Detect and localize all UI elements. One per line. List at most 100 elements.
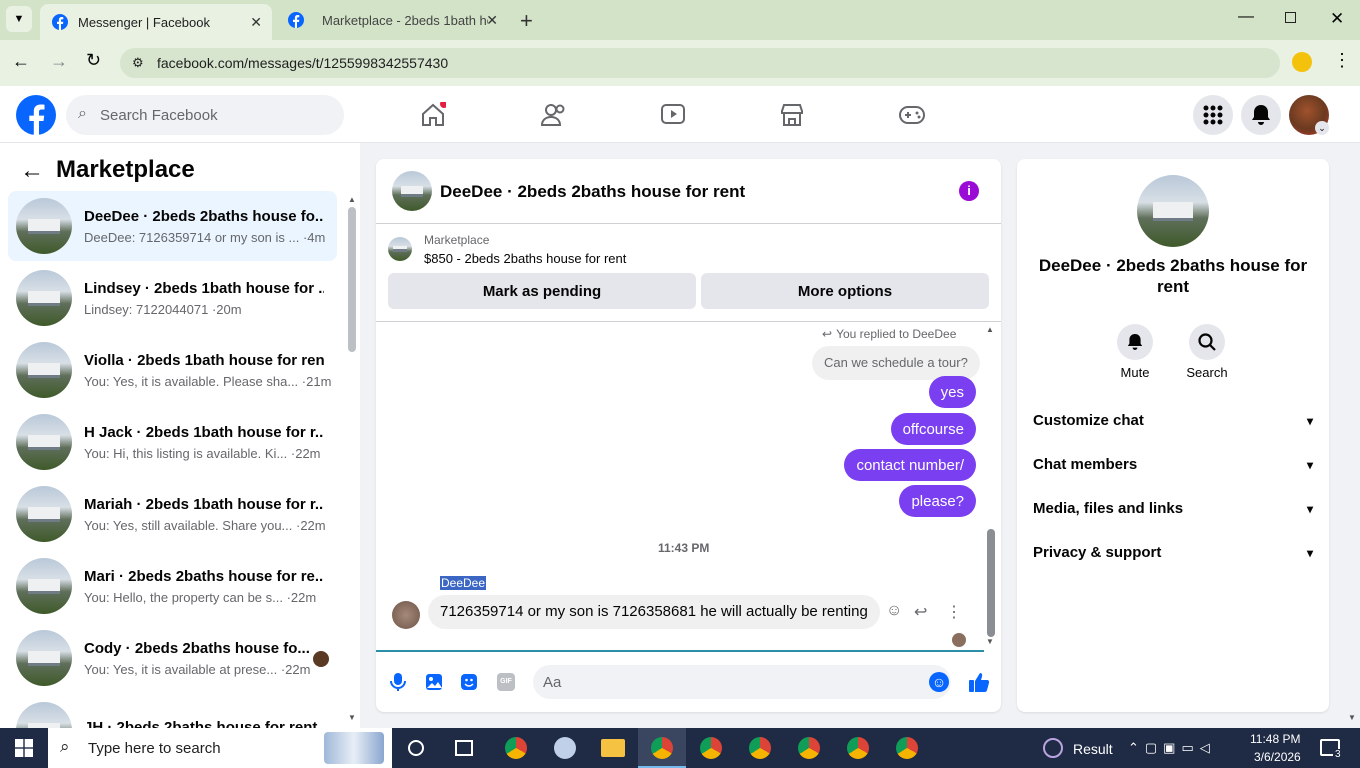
info-name: DeeDee · 2beds 2baths house for rent bbox=[1038, 256, 1308, 296]
media-files-links-section[interactable]: Media, files and links ▾ bbox=[1033, 500, 1313, 517]
received-message[interactable]: 7126359714 or my son is 7126358681 he wi… bbox=[428, 595, 880, 629]
scroll-up-arrow[interactable]: ▲ bbox=[348, 195, 356, 204]
react-icon[interactable]: ☺ bbox=[886, 602, 902, 620]
conversation-item[interactable]: JH · 2beds 2baths house for rent bbox=[8, 695, 337, 728]
chrome-taskbar-icon[interactable] bbox=[651, 737, 673, 759]
tab-marketplace[interactable]: Marketplace - 2beds 1bath hou ✕ bbox=[276, 0, 508, 40]
sent-message[interactable]: offcourse bbox=[890, 413, 976, 445]
scroll-down-arrow[interactable]: ▼ bbox=[348, 713, 356, 722]
chat-avatar[interactable] bbox=[392, 171, 432, 211]
thumbs-up-icon[interactable] bbox=[968, 671, 990, 693]
reload-icon[interactable]: ↻ bbox=[86, 50, 101, 71]
task-view-icon[interactable] bbox=[455, 740, 473, 756]
gaming-nav-icon[interactable] bbox=[899, 106, 925, 124]
conversation-name: Cody · 2beds 2baths house fo... bbox=[84, 639, 310, 657]
scroll-up-arrow[interactable]: ▲ bbox=[986, 325, 994, 334]
tab-messenger[interactable]: Messenger | Facebook ✕ bbox=[40, 4, 272, 40]
close-window-button[interactable]: ✕ bbox=[1330, 9, 1344, 29]
chrome-taskbar-icon[interactable] bbox=[798, 737, 820, 759]
menu-grid-button[interactable] bbox=[1193, 95, 1233, 135]
chrome-taskbar-icon[interactable] bbox=[749, 737, 771, 759]
info-icon[interactable]: i bbox=[959, 181, 979, 201]
emoji-icon[interactable]: ☺ bbox=[929, 672, 949, 692]
listing-label: Marketplace bbox=[424, 233, 490, 247]
chat-title[interactable]: DeeDee · 2beds 2baths house for rent bbox=[440, 182, 745, 202]
listing-thumbnail bbox=[388, 237, 412, 261]
system-tray-icons[interactable]: ⌃▢▣▭◁ bbox=[1128, 740, 1216, 756]
list-scrollbar[interactable] bbox=[348, 207, 356, 352]
reply-action-icon[interactable]: ↩ bbox=[914, 602, 927, 622]
conversation-item[interactable]: Cody · 2beds 2baths house fo... You: Yes,… bbox=[8, 623, 337, 693]
tab-search-button[interactable]: ▼ bbox=[6, 6, 32, 32]
friends-nav-icon[interactable] bbox=[541, 103, 567, 127]
forward-icon[interactable]: → bbox=[50, 51, 68, 72]
account-chevron-icon[interactable]: ⌄ bbox=[1315, 121, 1329, 135]
page-scroll-down-arrow[interactable]: ▼ bbox=[1348, 713, 1356, 722]
notifications-button[interactable] bbox=[1241, 95, 1281, 135]
facebook-logo-icon[interactable] bbox=[16, 95, 56, 135]
message-input[interactable]: Aa bbox=[533, 665, 951, 699]
cortana-icon[interactable] bbox=[408, 740, 424, 756]
sender-avatar[interactable] bbox=[392, 601, 420, 629]
sent-message[interactable]: yes bbox=[928, 376, 976, 408]
result-app-icon[interactable] bbox=[1043, 738, 1063, 758]
chrome-taskbar-icon[interactable] bbox=[700, 737, 722, 759]
more-options-button[interactable]: More options bbox=[701, 273, 989, 309]
mark-as-pending-button[interactable]: Mark as pending bbox=[388, 273, 696, 309]
conversation-item[interactable]: DeeDee · 2beds 2baths house fo... DeeDee:… bbox=[8, 191, 337, 261]
sent-message[interactable]: please? bbox=[899, 485, 976, 517]
clock-time[interactable]: 11:48 PM bbox=[1250, 732, 1300, 746]
minimize-button[interactable]: — bbox=[1238, 8, 1254, 26]
back-arrow-icon[interactable]: ← bbox=[20, 157, 44, 185]
listing-title[interactable]: $850 - 2beds 2baths house for rent bbox=[424, 251, 626, 266]
conversation-name: JH · 2beds 2baths house for rent bbox=[84, 719, 318, 728]
privacy-support-section[interactable]: Privacy & support ▾ bbox=[1033, 544, 1313, 561]
windows-start-icon[interactable] bbox=[15, 739, 33, 757]
conversation-item[interactable]: Violla · 2beds 1bath house for rent You: … bbox=[8, 335, 337, 405]
back-icon[interactable]: ← bbox=[12, 51, 30, 72]
sent-message[interactable]: contact number/ bbox=[844, 449, 976, 481]
quoted-message[interactable]: Can we schedule a tour? bbox=[812, 346, 980, 380]
browser-tab-bar: ▼ Messenger | Facebook ✕ Marketplace - 2… bbox=[0, 0, 1360, 40]
chat-members-section[interactable]: Chat members ▾ bbox=[1033, 456, 1313, 473]
conversation-item[interactable]: H Jack · 2beds 1bath house for r... You: … bbox=[8, 407, 337, 477]
taskbar-search-box[interactable]: ⌕ Type here to search bbox=[48, 728, 392, 768]
browser-menu-icon[interactable]: ⋮ bbox=[1333, 50, 1351, 71]
chevron-down-icon: ▾ bbox=[1306, 501, 1313, 516]
conversation-item[interactable]: Mariah · 2beds 1bath house for r... You: … bbox=[8, 479, 337, 549]
mute-button[interactable] bbox=[1117, 324, 1153, 360]
conversation-name: Lindsey · 2beds 1bath house for ... bbox=[84, 279, 324, 297]
chrome-taskbar-icon[interactable] bbox=[847, 737, 869, 759]
customize-chat-section[interactable]: Customize chat ▾ bbox=[1033, 412, 1313, 429]
url-bar[interactable]: ⚙ facebook.com/messages/t/12559983425574… bbox=[120, 48, 1280, 78]
clock-date[interactable]: 3/6/2026 bbox=[1254, 750, 1301, 764]
sticker-icon[interactable] bbox=[460, 673, 478, 691]
scroll-down-arrow[interactable]: ▼ bbox=[986, 637, 994, 646]
gif-icon[interactable]: GIF bbox=[497, 673, 515, 691]
conversation-preview: You: Yes, it is available. Please sha...… bbox=[84, 373, 332, 389]
app-taskbar-icon[interactable] bbox=[554, 737, 576, 759]
voice-clip-icon[interactable] bbox=[390, 672, 406, 692]
photo-icon[interactable] bbox=[425, 673, 443, 691]
facebook-search-input[interactable]: ⌕ Search Facebook bbox=[66, 95, 344, 135]
chrome-taskbar-icon[interactable] bbox=[505, 737, 527, 759]
chrome-taskbar-icon[interactable] bbox=[896, 737, 918, 759]
conversation-item[interactable]: Lindsey · 2beds 1bath house for ... Linds… bbox=[8, 263, 337, 333]
new-tab-button[interactable]: + bbox=[520, 8, 533, 34]
site-info-icon[interactable]: ⚙ bbox=[132, 55, 144, 71]
home-nav-icon[interactable] bbox=[420, 102, 446, 128]
message-timestamp: 11:43 PM bbox=[658, 541, 710, 555]
listing-avatar[interactable] bbox=[1137, 175, 1209, 247]
close-tab-icon[interactable]: ✕ bbox=[250, 14, 262, 31]
search-in-chat-button[interactable] bbox=[1189, 324, 1225, 360]
maximize-button[interactable] bbox=[1285, 12, 1296, 23]
marketplace-nav-icon[interactable] bbox=[780, 103, 804, 127]
result-label[interactable]: Result bbox=[1073, 741, 1113, 757]
chat-scrollbar[interactable] bbox=[987, 529, 995, 637]
watch-nav-icon[interactable] bbox=[661, 104, 685, 126]
file-explorer-icon[interactable] bbox=[601, 739, 625, 757]
profile-icon[interactable] bbox=[1292, 52, 1312, 72]
more-actions-icon[interactable]: ⋮ bbox=[946, 602, 962, 622]
conversation-item[interactable]: Mari · 2beds 2baths house for re... You: … bbox=[8, 551, 337, 621]
close-tab-icon[interactable]: ✕ bbox=[486, 12, 498, 29]
